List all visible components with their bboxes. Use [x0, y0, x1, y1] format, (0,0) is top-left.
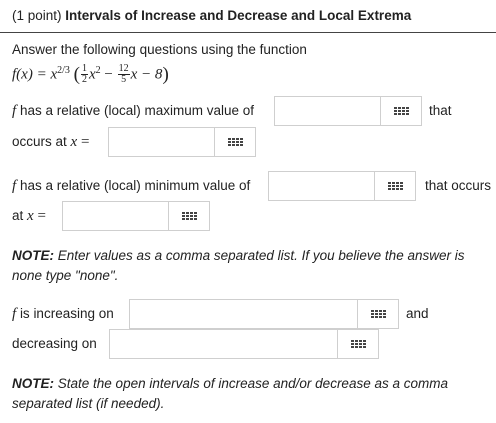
increasing-label: f is increasing on — [12, 306, 114, 323]
min-prompt: has a relative (local) minimum value of — [19, 178, 251, 193]
min-value-answer-box — [268, 171, 416, 201]
max-location-answer-box — [108, 127, 256, 157]
note-label: NOTE: — [12, 376, 54, 391]
note-intervals-line2: separated list (if needed). — [12, 396, 165, 411]
min-location-input[interactable] — [63, 202, 170, 230]
problem-title: Intervals of Increase and Decrease and L… — [65, 8, 412, 23]
function-tail: x − 8 — [130, 66, 163, 83]
grid-keypad-icon — [393, 107, 409, 115]
close-paren: ) — [162, 63, 169, 85]
decreasing-answer-box — [109, 329, 379, 359]
x-squared-var: x — [88, 66, 96, 83]
grid-keypad-icon — [227, 138, 243, 146]
grid-keypad-icon — [370, 310, 386, 318]
note-values-line2: none type "none". — [12, 268, 119, 283]
function-lhs: f(x) = x — [12, 66, 58, 83]
min-location-answer-box — [62, 201, 210, 231]
increasing-text: is increasing on — [19, 306, 114, 321]
minus-sign: − — [104, 66, 113, 83]
f-symbol: f — [12, 103, 17, 119]
min-question-text: f has a relative (local) minimum value o… — [12, 178, 250, 195]
max-location-prefix: occurs at — [12, 134, 67, 149]
equation-editor-button[interactable] — [168, 202, 209, 230]
equation-editor-button[interactable] — [357, 300, 398, 328]
note-text: State the open intervals of increase and… — [57, 376, 448, 391]
f-symbol: f — [12, 178, 17, 194]
max-after-text: that — [429, 103, 452, 118]
min-location-prefix: at — [12, 208, 24, 223]
f-symbol: f — [12, 306, 17, 322]
points-label: (1 point) — [12, 8, 62, 23]
max-question-text: f has a relative (local) maximum value o… — [12, 103, 254, 120]
equation-editor-button[interactable] — [374, 172, 415, 200]
note-intervals: NOTE: State the open intervals of increa… — [12, 376, 448, 391]
intro-text: Answer the following questions using the… — [12, 42, 307, 57]
max-value-input[interactable] — [275, 97, 382, 125]
x-squared-exp: 2 — [95, 65, 101, 76]
function-definition: f(x) = x2/3 (1 2 x2 − 12 5 x − 8) — [12, 58, 169, 88]
decreasing-input[interactable] — [110, 330, 339, 358]
x-var: x — [27, 208, 34, 224]
x-var: x — [70, 134, 78, 150]
decreasing-label: decreasing on — [12, 336, 97, 351]
grid-keypad-icon — [181, 212, 197, 220]
increasing-answer-box — [129, 299, 399, 329]
grid-keypad-icon — [350, 340, 366, 348]
note-values: NOTE: Enter values as a comma separated … — [12, 248, 464, 263]
and-text: and — [406, 306, 429, 321]
note-label: NOTE: — [12, 248, 54, 263]
function-exponent: 2/3 — [57, 65, 70, 76]
equation-editor-button[interactable] — [380, 97, 421, 125]
max-location-label: occurs at x = — [12, 134, 89, 151]
increasing-input[interactable] — [130, 300, 359, 328]
equals-sign: = — [37, 208, 46, 224]
note-text: Enter values as a comma separated list. … — [57, 248, 465, 263]
grid-keypad-icon — [387, 182, 403, 190]
equals-sign: = — [80, 134, 90, 150]
min-value-input[interactable] — [269, 172, 376, 200]
equation-editor-button[interactable] — [214, 128, 255, 156]
equation-editor-button[interactable] — [337, 330, 378, 358]
max-location-input[interactable] — [109, 128, 216, 156]
min-after-text: that occurs — [425, 178, 492, 193]
problem-header: (1 point) Intervals of Increase and Decr… — [12, 8, 411, 23]
fraction-one-half: 12 — [80, 63, 88, 86]
open-paren: ( — [73, 63, 80, 85]
max-value-answer-box — [274, 96, 422, 126]
min-location-label: at x = — [12, 208, 46, 225]
fraction-twelve-fifths: 12 5 — [117, 63, 130, 86]
max-prompt: has a relative (local) maximum value of — [19, 103, 255, 118]
header-divider — [0, 32, 496, 33]
